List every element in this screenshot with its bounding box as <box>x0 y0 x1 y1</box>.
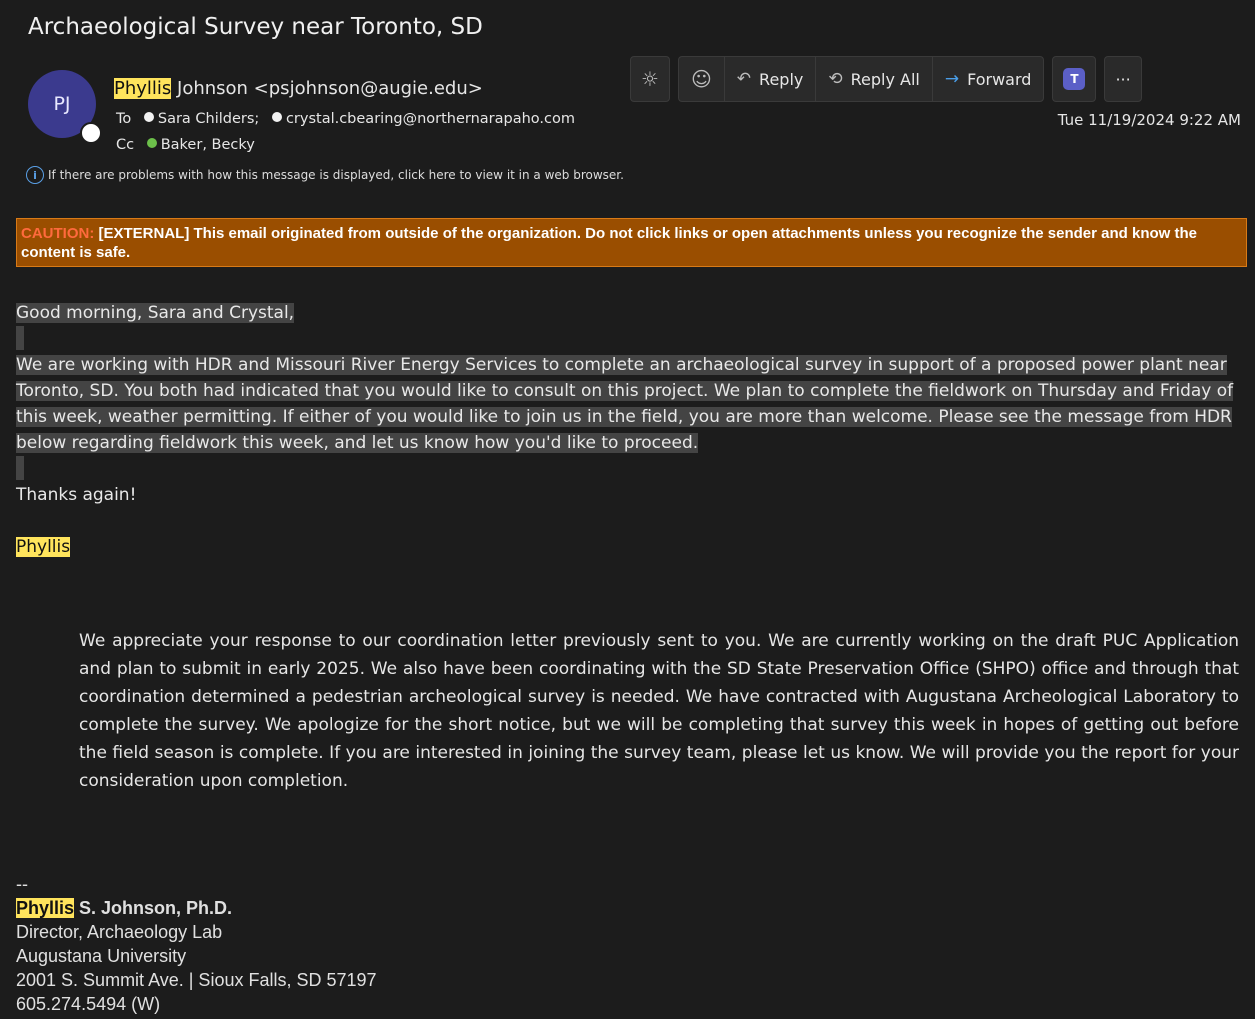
external-warning-banner: CAUTION: [EXTERNAL] This email originate… <box>16 218 1247 267</box>
signature-title: Director, Archaeology Lab <box>16 922 223 942</box>
forward-icon: → <box>944 69 960 89</box>
forward-label: Forward <box>967 69 1032 89</box>
email-signature: -- Phyllis S. Johnson, Ph.D. Director, A… <box>16 872 377 1016</box>
sender-first-name: Phyllis <box>114 78 172 99</box>
info-bar-text[interactable]: If there are problems with how this mess… <box>48 168 624 182</box>
sender-rest: Johnson <psjohnson@augie.edu> <box>171 78 483 99</box>
cc-label: Cc <box>116 137 135 153</box>
recipient-presence-icon <box>143 112 154 122</box>
info-icon: i <box>26 166 44 184</box>
signature-dashes: -- <box>16 874 28 894</box>
sun-icon: ☼ <box>641 67 659 91</box>
cc-line: Cc Baker, Becky <box>116 137 255 153</box>
to-recipient-1[interactable]: Sara Childers; <box>158 111 259 127</box>
signature-phone: 605.274.5494 (W) <box>16 994 161 1014</box>
caution-label: CAUTION: <box>21 225 95 242</box>
reaction-button[interactable]: ☺ <box>679 57 725 101</box>
reply-button[interactable]: ↶ Reply <box>725 57 817 101</box>
reply-all-button[interactable]: ⟲ Reply All <box>816 57 933 101</box>
cc-recipient-1[interactable]: Baker, Becky <box>161 137 255 153</box>
signature-org: Augustana University <box>16 946 187 966</box>
theme-toggle-button[interactable]: ☼ <box>630 56 670 102</box>
avatar-initials: PJ <box>53 93 71 115</box>
sent-date: Tue 11/19/2024 9:22 AM <box>1057 111 1241 129</box>
signature-address: 2001 S. Summit Ave. | Sioux Falls, SD 57… <box>16 970 377 990</box>
reply-label: Reply <box>759 69 804 89</box>
presence-status-icon <box>80 122 102 144</box>
recipient-presence-icon <box>146 138 157 148</box>
email-subject: Archaeological Survey near Toronto, SD <box>28 14 483 40</box>
message-body: Good morning, Sara and Crystal, We are w… <box>16 300 1238 560</box>
smiley-icon: ☺ <box>690 67 712 91</box>
sender-line[interactable]: Phyllis Johnson <psjohnson@augie.edu> <box>114 78 483 99</box>
signature-name: S. Johnson, Ph.D. <box>74 898 233 918</box>
message-toolbar: ☼ ☺ ↶ Reply ⟲ Reply All → Forward T ··· <box>630 56 1142 102</box>
signature-first-name: Phyllis <box>16 898 75 918</box>
teams-icon: T <box>1063 68 1086 90</box>
thanks-line: Thanks again! <box>16 485 137 505</box>
to-recipient-2[interactable]: crystal.cbearing@northernarapaho.com <box>286 111 575 127</box>
info-bar[interactable]: i If there are problems with how this me… <box>26 166 624 184</box>
quoted-message: We appreciate your response to our coord… <box>79 631 1239 791</box>
recipient-presence-icon <box>271 112 282 122</box>
caution-text: [EXTERNAL] This email originated from ou… <box>21 225 1197 261</box>
more-icon: ··· <box>1115 69 1131 89</box>
reply-all-label: Reply All <box>850 69 920 89</box>
teams-button[interactable]: T <box>1052 56 1097 102</box>
to-line: To Sara Childers; crystal.cbearing@north… <box>116 111 575 127</box>
forward-button[interactable]: → Forward <box>933 57 1044 101</box>
more-options-button[interactable]: ··· <box>1104 56 1142 102</box>
signoff-name: Phyllis <box>16 537 71 557</box>
reply-all-icon: ⟲ <box>828 69 843 89</box>
reply-icon: ↶ <box>736 69 752 89</box>
to-label: To <box>116 111 132 127</box>
reply-group: ☺ ↶ Reply ⟲ Reply All → Forward <box>677 56 1045 102</box>
greeting: Good morning, Sara and Crystal, <box>16 303 295 323</box>
body-paragraph: We are working with HDR and Missouri Riv… <box>16 355 1234 453</box>
